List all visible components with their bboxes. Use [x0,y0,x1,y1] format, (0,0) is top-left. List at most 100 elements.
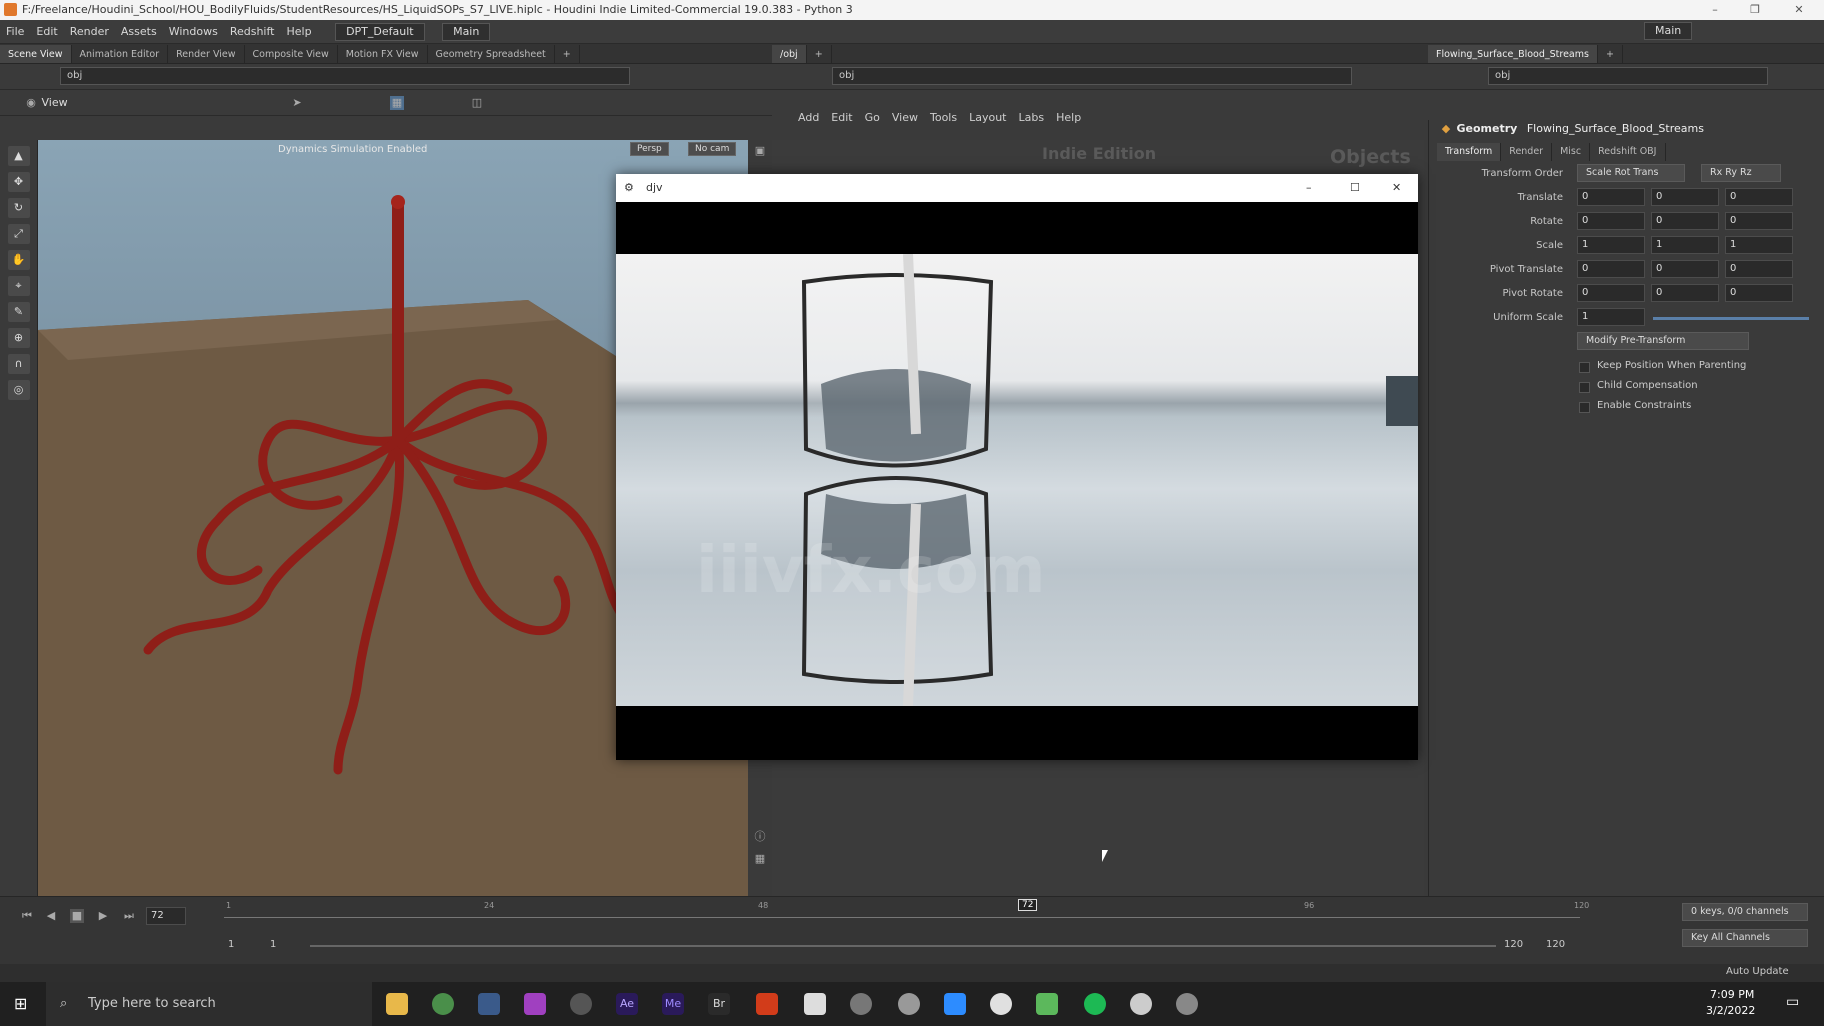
pivot-rotate-z-field[interactable]: 0 [1725,284,1793,302]
monitor-icon[interactable] [804,993,826,1015]
persp-menu[interactable]: Persp [630,142,669,156]
move-icon[interactable]: ✥ [7,172,30,192]
pivot-rotate-y-field[interactable]: 0 [1651,284,1719,302]
play-icon[interactable]: ▶ [96,909,110,923]
camera-menu[interactable]: No cam [688,142,737,156]
network-menu-help[interactable]: Help [1050,111,1087,124]
translate-y-field[interactable]: 0 [1651,188,1719,206]
chrome-icon[interactable] [432,993,454,1015]
taskbar-search[interactable]: ⌕ Type here to search [46,982,372,1026]
network-menu-layout[interactable]: Layout [963,111,1012,124]
magnet-icon[interactable]: ∩ [7,354,30,374]
minimize-icon[interactable]: – [1700,0,1730,20]
media-encoder-icon[interactable]: Me [662,993,684,1015]
network-menu-go[interactable]: Go [859,111,886,124]
paint-icon[interactable]: ✎ [7,302,30,322]
tab-animation-editor[interactable]: Animation Editor [72,45,169,63]
pivot-translate-x-field[interactable]: 0 [1577,260,1645,278]
scale-x-field[interactable]: 1 [1577,236,1645,254]
range-slider[interactable] [310,945,1496,947]
child-compensation-checkbox[interactable] [1579,382,1590,393]
rotate-icon[interactable]: ↻ [7,198,30,218]
slack-icon[interactable] [990,993,1012,1015]
add-tab-icon[interactable]: + [1598,45,1623,63]
close-icon[interactable]: ✕ [1784,0,1814,20]
enable-constraints-checkbox[interactable] [1579,402,1590,413]
menu-windows[interactable]: Windows [163,20,224,44]
range-end-field[interactable]: 120 [1504,939,1523,950]
view-tool-icon[interactable]: ◎ [7,380,30,400]
djv-viewer-window[interactable]: ⚙ djv – ☐ ✕ iiivfx.com [616,174,1418,760]
pose-icon[interactable]: ✋ [7,250,30,270]
modify-pretransform-menu[interactable]: Modify Pre-Transform [1577,332,1749,350]
shelf-set-selector[interactable]: Main [442,23,491,41]
pivot-translate-z-field[interactable]: 0 [1725,260,1793,278]
auto-update-menu[interactable]: Auto Update [1726,966,1789,977]
network-menu-add[interactable]: Add [792,111,825,124]
add-tab-icon[interactable]: + [555,45,580,63]
param-tab-transform[interactable]: Transform [1437,143,1502,161]
tab-geometry-spreadsheet[interactable]: Geometry Spreadsheet [428,45,555,63]
add-tab-icon[interactable]: + [807,45,832,63]
transform-order-menu[interactable]: Scale Rot Trans [1577,164,1685,182]
step-back-icon[interactable]: ◀ [44,909,58,923]
current-frame-field[interactable]: 72 [146,907,186,925]
camera-icon[interactable]: ◫ [470,96,484,110]
param-tab-misc[interactable]: Misc [1552,143,1591,161]
rotate-y-field[interactable]: 0 [1651,212,1719,230]
handle-icon[interactable]: ⌖ [7,276,30,296]
range-end2-field[interactable]: 120 [1546,939,1565,950]
notepad-icon[interactable] [1036,993,1058,1015]
right-path-field[interactable]: obj [1488,67,1768,85]
app-icon[interactable] [478,993,500,1015]
windows-start-icon[interactable]: ⊞ [14,994,27,1013]
rotation-order-menu[interactable]: Rx Ry Rz [1701,164,1781,182]
unity-icon[interactable] [1130,993,1152,1015]
select-tool-icon[interactable]: ➤ [290,96,304,110]
translate-z-field[interactable]: 0 [1725,188,1793,206]
network-menu-view[interactable]: View [886,111,924,124]
bridge-icon[interactable]: Br [708,993,730,1015]
network-menu-labs[interactable]: Labs [1013,111,1051,124]
menu-render[interactable]: Render [64,20,115,44]
djv-close-icon[interactable]: ✕ [1392,174,1401,202]
notifications-icon[interactable]: ▭ [1786,994,1799,1010]
tab-motion-fx-view[interactable]: Motion FX View [338,45,428,63]
select-icon[interactable]: ▲ [7,146,30,166]
display-options-icon[interactable]: ▣ [753,144,767,158]
obs-icon[interactable] [570,993,592,1015]
tab-parameters[interactable]: Flowing_Surface_Blood_Streams [1428,45,1598,63]
node-name-field[interactable]: Flowing_Surface_Blood_Streams [1527,122,1704,135]
uniform-scale-slider[interactable] [1653,317,1809,320]
djv-maximize-icon[interactable]: ☐ [1350,174,1360,202]
timeline-track[interactable] [224,917,1580,918]
snap-icon[interactable]: ⊕ [7,328,30,348]
grid-icon[interactable]: ▦ [753,852,767,866]
tab-render-view[interactable]: Render View [168,45,245,63]
range-start-field[interactable]: 1 [228,939,234,950]
display-mode-icon[interactable]: ▦ [390,96,404,110]
menu-edit[interactable]: Edit [30,20,63,44]
after-effects-icon[interactable]: Ae [616,993,638,1015]
translate-x-field[interactable]: 0 [1577,188,1645,206]
tab-obj-network[interactable]: /obj [772,45,807,63]
go-to-end-icon[interactable]: ⏭ [122,909,136,923]
tab-scene-view[interactable]: Scene View [0,45,72,63]
blender-icon[interactable] [850,993,872,1015]
keep-position-checkbox[interactable] [1579,362,1590,373]
menu-redshift[interactable]: Redshift [224,20,281,44]
tab-composite-view[interactable]: Composite View [245,45,338,63]
zoom-icon[interactable] [944,993,966,1015]
param-tab-redshift-obj[interactable]: Redshift OBJ [1590,143,1666,161]
uniform-scale-field[interactable]: 1 [1577,308,1645,326]
maximize-icon[interactable]: ❐ [1740,0,1770,20]
rotate-z-field[interactable]: 0 [1725,212,1793,230]
go-to-start-icon[interactable]: ⏮ [20,909,34,923]
pivot-translate-y-field[interactable]: 0 [1651,260,1719,278]
settings-app-icon[interactable] [1176,993,1198,1015]
affinity-icon[interactable] [524,993,546,1015]
range-start2-field[interactable]: 1 [270,939,276,950]
spotify-icon[interactable] [1084,993,1106,1015]
djv-minimize-icon[interactable]: – [1306,174,1312,202]
network-menu-edit[interactable]: Edit [825,111,858,124]
